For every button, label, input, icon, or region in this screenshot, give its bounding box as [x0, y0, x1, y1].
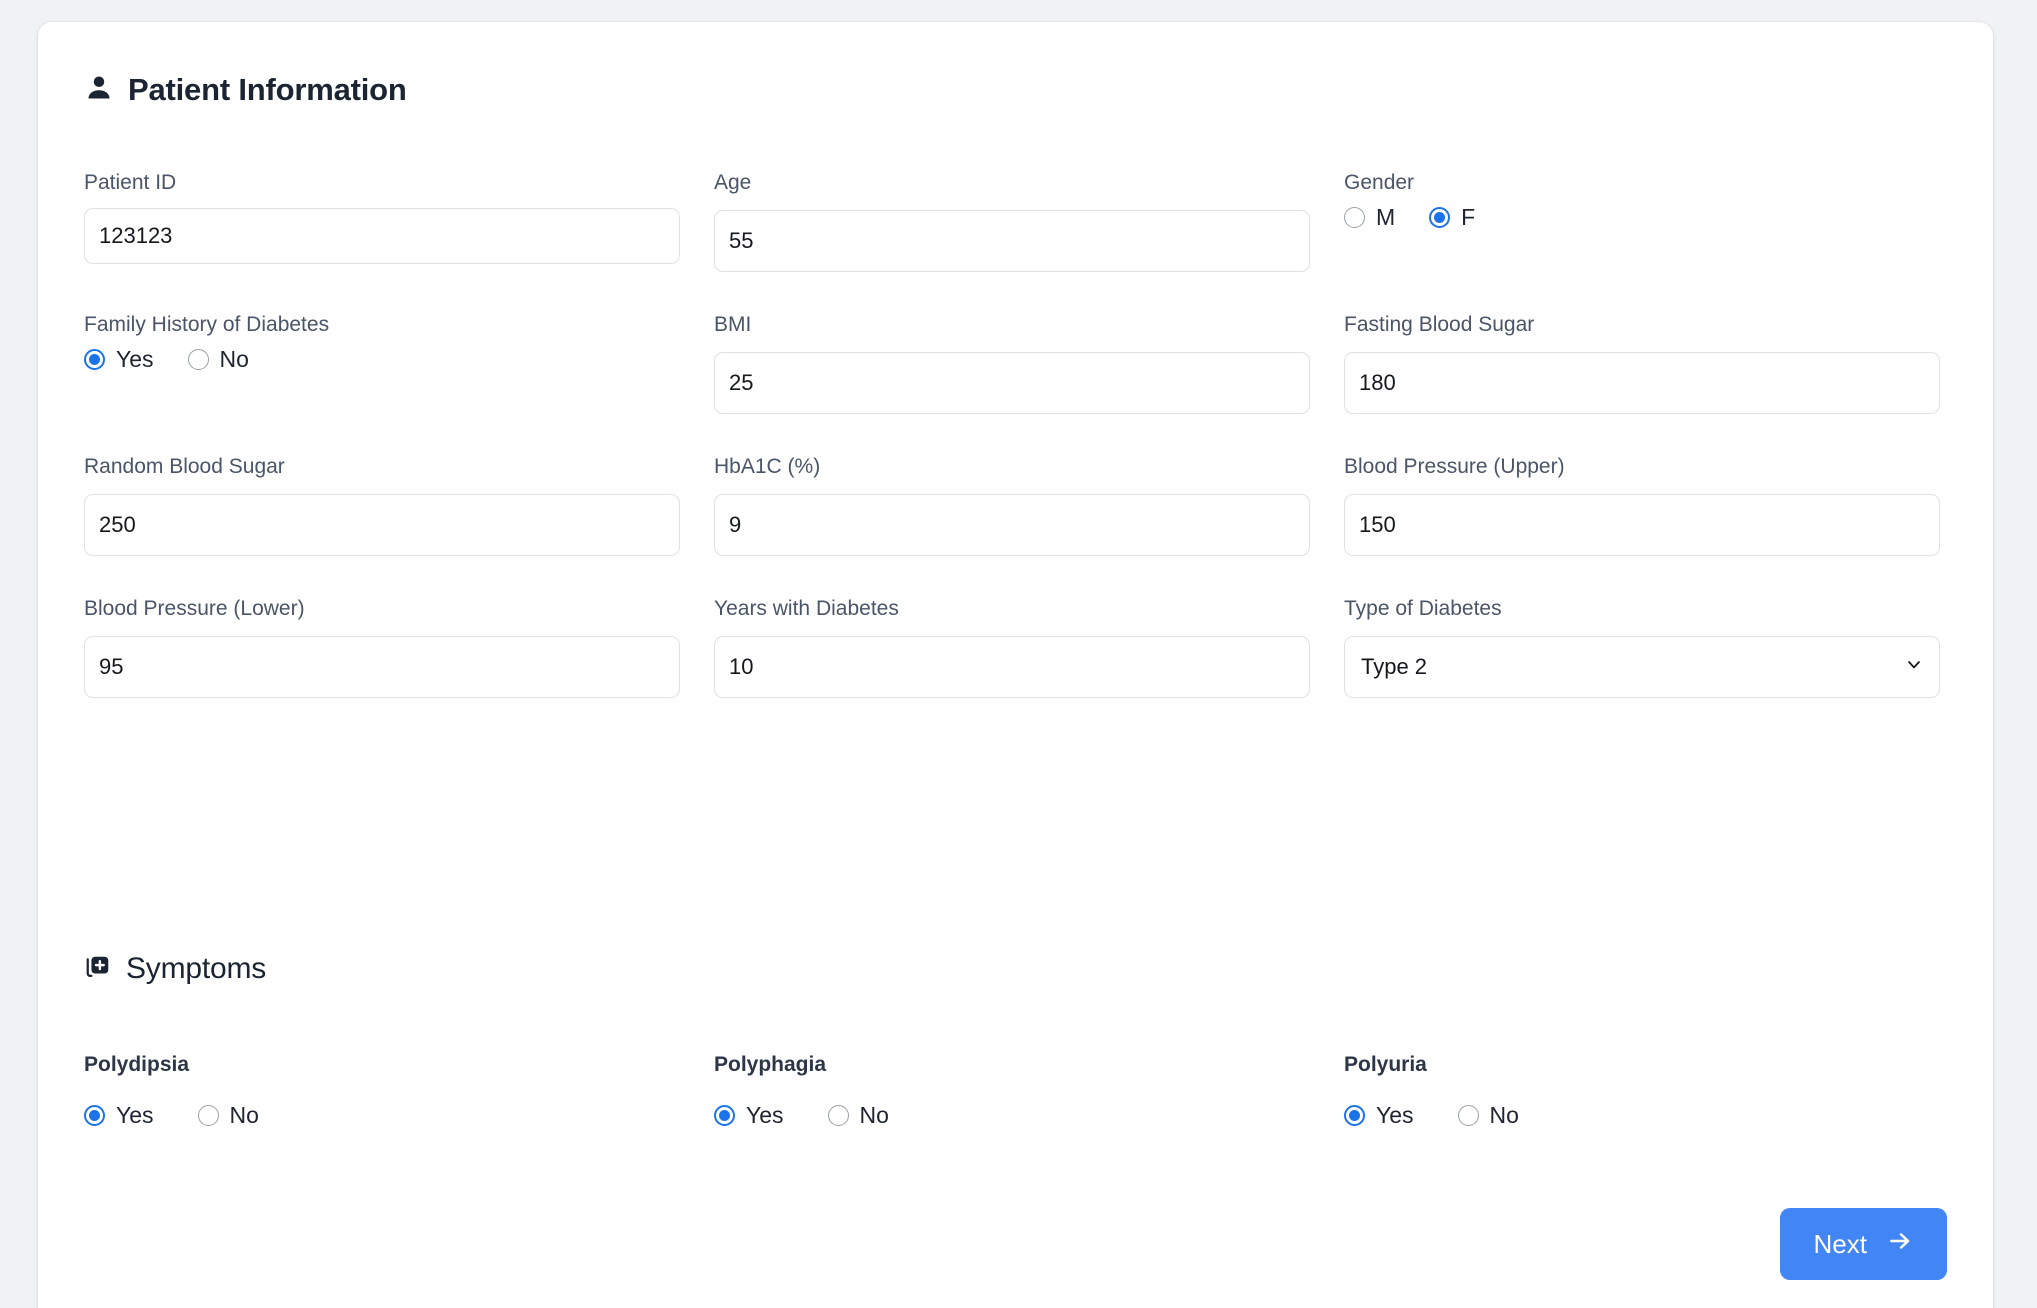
section-header-patient-information: Patient Information: [84, 72, 407, 108]
hba1c-input[interactable]: [714, 494, 1310, 556]
field-bp-upper: Blood Pressure (Upper): [1344, 454, 1940, 556]
polydipsia-option-no[interactable]: No: [197, 1102, 259, 1128]
radio-indicator[interactable]: [827, 1105, 849, 1126]
field-type-of-diabetes: Type of Diabetes Type 2: [1344, 596, 1940, 698]
option-label: No: [1489, 1102, 1519, 1128]
option-label: F: [1461, 204, 1476, 230]
age-input[interactable]: [714, 210, 1310, 272]
symptom-label: Polyphagia: [714, 1053, 827, 1076]
radio-indicator[interactable]: [1344, 1105, 1365, 1126]
years-with-diabetes-input[interactable]: [714, 636, 1310, 698]
field-label: HbA1C (%): [714, 455, 821, 478]
section-title: Patient Information: [128, 72, 407, 107]
gender-option-f[interactable]: F: [1429, 206, 1475, 229]
symptoms-grid: Polydipsia Yes No Polyphagia Yes No Poly…: [84, 1052, 1946, 1162]
option-label: No: [859, 1102, 889, 1128]
field-label: Gender: [1344, 171, 1415, 194]
gender-option-m[interactable]: M: [1344, 206, 1395, 229]
section-header-symptoms: Symptoms: [84, 952, 266, 986]
family-history-radio-group: Yes No: [84, 348, 680, 371]
symptom-polyphagia: Polyphagia Yes No: [714, 1052, 1310, 1127]
radio-indicator[interactable]: [1429, 207, 1451, 228]
field-label: BMI: [714, 313, 752, 336]
polyphagia-option-no[interactable]: No: [827, 1102, 889, 1128]
field-label: Blood Pressure (Upper): [1344, 455, 1565, 478]
field-row-4: Blood Pressure (Lower) Years with Diabet…: [84, 596, 1946, 738]
field-label: Blood Pressure (Lower): [84, 597, 305, 620]
symptom-label: Polydipsia: [84, 1053, 190, 1076]
field-label: Patient ID: [84, 171, 177, 194]
polyuria-option-no[interactable]: No: [1457, 1102, 1519, 1128]
option-label: No: [219, 346, 249, 372]
radio-indicator[interactable]: [84, 349, 105, 370]
field-bp-lower: Blood Pressure (Lower): [84, 596, 680, 698]
polyphagia-option-yes[interactable]: Yes: [714, 1104, 784, 1127]
bp-upper-input[interactable]: [1344, 494, 1940, 556]
gender-radio-group: M F: [1344, 206, 1940, 229]
field-row-2: Family History of Diabetes Yes No BMI 25…: [84, 312, 1946, 454]
radio-indicator[interactable]: [714, 1105, 735, 1126]
radio-indicator[interactable]: [197, 1105, 219, 1126]
symptom-label: Polyuria: [1344, 1053, 1427, 1076]
polyuria-radio-group: Yes No: [1344, 1104, 1940, 1127]
option-label: Yes: [746, 1102, 784, 1128]
patient-fields-grid: Patient ID Age Gender M: [84, 170, 1946, 738]
field-bmi: BMI: [714, 312, 1310, 414]
field-label: Family History of Diabetes: [84, 313, 330, 336]
polydipsia-option-yes[interactable]: Yes: [84, 1104, 154, 1127]
symptom-polydipsia: Polydipsia Yes No: [84, 1052, 680, 1127]
field-label: Random Blood Sugar: [84, 455, 285, 478]
bp-lower-input[interactable]: [84, 636, 680, 698]
symptom-row: Polydipsia Yes No Polyphagia Yes No Poly…: [84, 1052, 1946, 1162]
field-years-with-diabetes: Years with Diabetes: [714, 596, 1310, 698]
option-label: Yes: [116, 1102, 154, 1128]
radio-indicator[interactable]: [1344, 207, 1365, 228]
field-fasting-blood-sugar: Fasting Blood Sugar: [1344, 312, 1940, 414]
random-blood-sugar-input[interactable]: [84, 494, 680, 556]
field-label: Years with Diabetes: [714, 597, 899, 620]
medical-card-icon: [84, 953, 112, 986]
option-label: M: [1376, 204, 1396, 230]
field-label: Type of Diabetes: [1344, 597, 1502, 620]
field-age: Age: [714, 170, 1310, 272]
field-patient-id: Patient ID: [84, 170, 680, 264]
option-label: Yes: [116, 346, 154, 372]
option-label: No: [229, 1102, 259, 1128]
polydipsia-radio-group: Yes No: [84, 1104, 680, 1127]
field-family-history: Family History of Diabetes Yes No: [84, 312, 680, 371]
field-row-1: Patient ID Age Gender M: [84, 170, 1946, 312]
patient-id-input[interactable]: [84, 208, 680, 264]
radio-indicator[interactable]: [1457, 1105, 1479, 1126]
bmi-input[interactable]: [714, 352, 1310, 414]
option-label: Yes: [1376, 1102, 1414, 1128]
type-of-diabetes-select[interactable]: Type 2: [1344, 636, 1940, 698]
radio-indicator[interactable]: [187, 349, 209, 370]
section-title: Symptoms: [126, 952, 267, 985]
patient-form-card: Patient Information Patient ID Age Gende…: [38, 22, 1993, 1308]
symptom-polyuria: Polyuria Yes No: [1344, 1052, 1940, 1127]
field-row-3: Random Blood Sugar HbA1C (%) Blood Press…: [84, 454, 1946, 596]
next-button[interactable]: Next: [1779, 1208, 1947, 1280]
form-footer: Next: [84, 1208, 1947, 1280]
field-random-blood-sugar: Random Blood Sugar: [84, 454, 680, 556]
user-icon: [84, 73, 114, 108]
field-gender: Gender M F: [1344, 170, 1940, 229]
family-history-option-no[interactable]: No: [187, 346, 249, 372]
radio-indicator[interactable]: [84, 1105, 105, 1126]
page-root: Patient Information Patient ID Age Gende…: [0, 0, 2037, 1308]
next-button-label: Next: [1813, 1228, 1867, 1259]
field-hba1c: HbA1C (%): [714, 454, 1310, 556]
fasting-blood-sugar-input[interactable]: [1344, 352, 1940, 414]
field-label: Fasting Blood Sugar: [1344, 313, 1535, 336]
polyphagia-radio-group: Yes No: [714, 1104, 1310, 1127]
field-label: Age: [714, 171, 752, 194]
family-history-option-yes[interactable]: Yes: [84, 348, 154, 371]
polyuria-option-yes[interactable]: Yes: [1344, 1104, 1414, 1127]
arrow-right-icon: [1887, 1228, 1913, 1261]
